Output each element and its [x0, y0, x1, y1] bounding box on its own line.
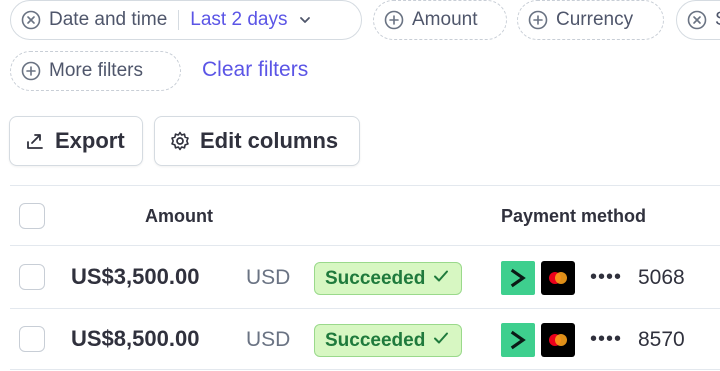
clear-filters-link[interactable]: Clear filters [202, 58, 308, 82]
currency-filter-chip[interactable]: Currency [517, 0, 664, 40]
mastercard-icon [541, 261, 575, 295]
payment-provider-icon [501, 323, 535, 357]
add-filter-icon [21, 61, 41, 81]
more-filters-label: More filters [49, 60, 143, 81]
export-label: Export [55, 128, 125, 153]
add-filter-icon [528, 10, 548, 30]
export-icon [24, 130, 46, 152]
status-badge-label: Succeeded [325, 329, 426, 351]
column-header-payment-method[interactable]: Payment method [501, 206, 646, 227]
header-divider [10, 245, 720, 246]
date-filter-value: Last 2 days [190, 9, 288, 30]
card-mask: •••• [590, 328, 623, 350]
row-divider [10, 308, 720, 309]
edit-columns-button[interactable]: Edit columns [154, 116, 360, 166]
card-last4: 8570 [638, 328, 685, 351]
remove-filter-icon[interactable] [687, 10, 707, 30]
table-top-border [10, 185, 720, 186]
remove-filter-icon[interactable] [21, 10, 41, 30]
select-all-checkbox[interactable] [19, 203, 45, 229]
card-last4: 5068 [638, 266, 685, 289]
payment-provider-icon [501, 261, 535, 295]
amount-filter-label: Amount [412, 9, 478, 30]
edit-columns-label: Edit columns [200, 128, 339, 153]
amount-filter-chip[interactable]: Amount [373, 0, 507, 40]
status-filter-label: S [715, 9, 720, 31]
mastercard-icon [541, 323, 575, 357]
export-button[interactable]: Export [9, 116, 143, 166]
status-badge: Succeeded [314, 262, 463, 295]
gear-icon [169, 130, 191, 152]
checkmark-icon [431, 328, 451, 354]
more-filters-chip[interactable]: More filters [10, 51, 181, 91]
row-checkbox[interactable] [19, 326, 45, 352]
checkmark-icon [431, 266, 451, 292]
row-checkbox[interactable] [19, 264, 45, 290]
chevron-down-icon [295, 10, 315, 30]
status-filter-chip[interactable]: S [676, 0, 720, 40]
add-filter-icon [384, 10, 404, 30]
row-currency: USD [246, 266, 291, 289]
row-amount: US$3,500.00 [71, 264, 200, 289]
currency-filter-label: Currency [556, 9, 634, 30]
column-header-amount[interactable]: Amount [145, 206, 213, 227]
row-divider [10, 369, 720, 370]
date-filter-label: Date and time [49, 9, 168, 30]
row-currency: USD [246, 328, 291, 351]
status-badge-label: Succeeded [325, 267, 426, 289]
status-badge: Succeeded [314, 324, 463, 357]
date-filter-chip[interactable]: Date and time Last 2 days [10, 0, 362, 40]
card-mask: •••• [590, 266, 623, 288]
chip-divider [178, 10, 180, 30]
row-amount: US$8,500.00 [71, 326, 200, 351]
